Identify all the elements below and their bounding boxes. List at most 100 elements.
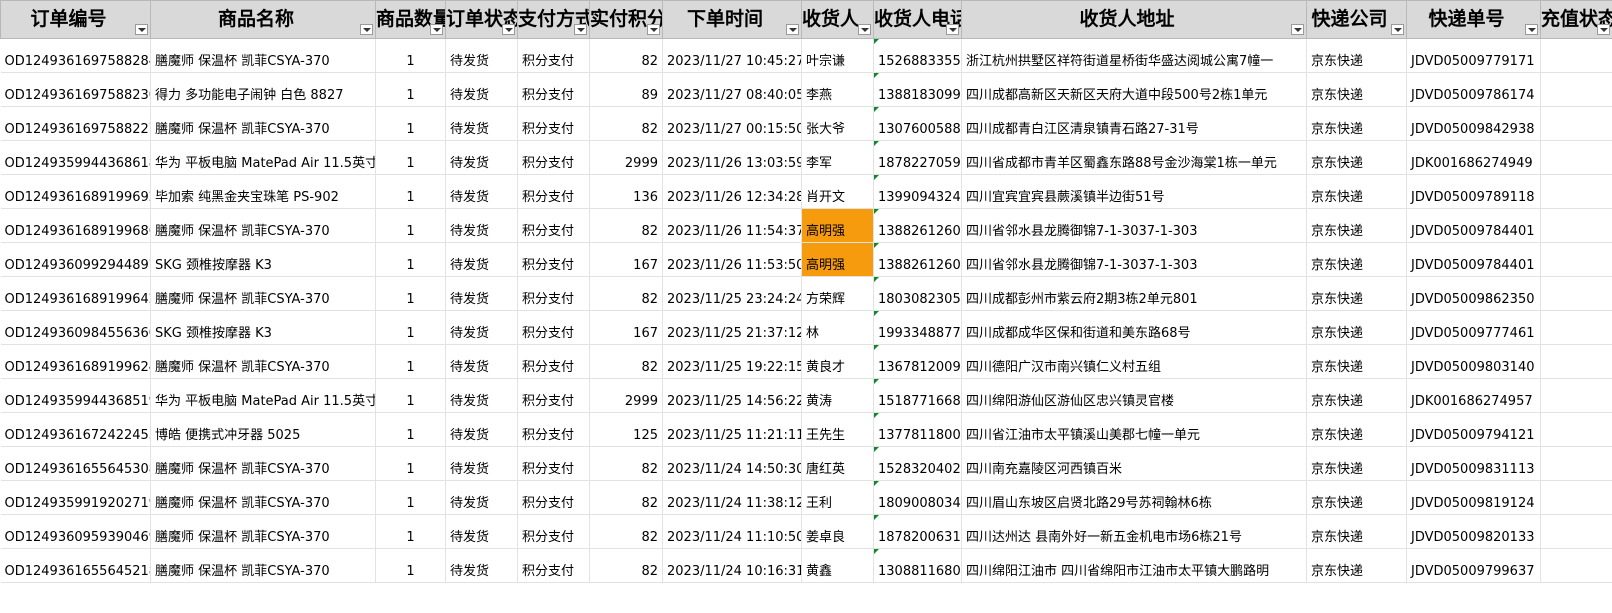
cell-receiver[interactable]: 唐红英 bbox=[801, 446, 874, 481]
cell-receiver[interactable]: 黄鑫 bbox=[801, 548, 874, 583]
cell-order-time[interactable]: 2023/11/25 19:22:15 bbox=[662, 344, 802, 379]
cell-payment-method[interactable]: 积分支付 bbox=[517, 140, 590, 175]
cell-product-name[interactable]: 膳魔师 保温杯 凯菲CSYA-370 bbox=[150, 208, 376, 243]
cell-order-time[interactable]: 2023/11/24 11:10:50 bbox=[662, 514, 802, 549]
cell-order-status[interactable]: 待发货 bbox=[445, 106, 518, 141]
cell-receiver-address[interactable]: 四川省成都市青羊区蜀鑫东路88号金沙海棠1栋一单元 bbox=[961, 140, 1307, 175]
cell-points-paid[interactable]: 82 bbox=[589, 344, 663, 379]
cell-receiver-address[interactable]: 四川成都成华区保和街道和美东路68号 bbox=[961, 310, 1307, 345]
cell-order-time[interactable]: 2023/11/26 13:03:59 bbox=[662, 140, 802, 175]
cell-courier[interactable]: 京东快递 bbox=[1306, 310, 1407, 345]
cell-tracking-number[interactable]: JDVD05009779171 bbox=[1406, 38, 1541, 73]
filter-dropdown-icon[interactable] bbox=[360, 24, 373, 35]
cell-receiver-phone[interactable]: 18782006318 bbox=[873, 514, 962, 549]
cell-receiver-phone[interactable]: 13882612600 bbox=[873, 208, 962, 243]
cell-courier[interactable]: 京东快递 bbox=[1306, 514, 1407, 549]
cell-receiver-phone[interactable]: 15283204025 bbox=[873, 446, 962, 481]
cell-courier[interactable]: 京东快递 bbox=[1306, 106, 1407, 141]
filter-dropdown-icon[interactable] bbox=[430, 24, 443, 35]
cell-quantity[interactable]: 1 bbox=[375, 174, 446, 209]
cell-order-id[interactable]: OD1249361697588230 bbox=[0, 72, 151, 107]
cell-payment-method[interactable]: 积分支付 bbox=[517, 276, 590, 311]
cell-receiver[interactable]: 高明强 bbox=[801, 242, 874, 277]
column-header-quantity[interactable]: 商品数量 bbox=[375, 0, 446, 39]
cell-receiver-address[interactable]: 四川省邻水县龙腾御锦7-1-3037-1-303 bbox=[961, 208, 1307, 243]
cell-recharge-status[interactable] bbox=[1540, 514, 1612, 549]
filter-dropdown-icon[interactable] bbox=[858, 24, 871, 35]
cell-receiver[interactable]: 姜卓良 bbox=[801, 514, 874, 549]
cell-receiver[interactable]: 高明强 bbox=[801, 208, 874, 243]
cell-courier[interactable]: 京东快递 bbox=[1306, 480, 1407, 515]
column-header-order-id[interactable]: 订单编号 bbox=[0, 0, 151, 39]
cell-order-id[interactable]: OD1249361689199624 bbox=[0, 344, 151, 379]
cell-courier[interactable]: 京东快递 bbox=[1306, 276, 1407, 311]
cell-product-name[interactable]: 膳魔师 保温杯 凯菲CSYA-370 bbox=[150, 548, 376, 583]
filter-dropdown-icon[interactable] bbox=[1391, 24, 1404, 35]
cell-recharge-status[interactable] bbox=[1540, 412, 1612, 447]
cell-receiver-address[interactable]: 四川眉山东坡区启贤北路29号苏祠翰林6栋 bbox=[961, 480, 1307, 515]
cell-quantity[interactable]: 1 bbox=[375, 480, 446, 515]
cell-payment-method[interactable]: 积分支付 bbox=[517, 310, 590, 345]
cell-quantity[interactable]: 1 bbox=[375, 140, 446, 175]
filter-dropdown-icon[interactable] bbox=[135, 24, 148, 35]
cell-order-id[interactable]: OD1249361655645308 bbox=[0, 446, 151, 481]
cell-points-paid[interactable]: 2999 bbox=[589, 140, 663, 175]
cell-order-status[interactable]: 待发货 bbox=[445, 480, 518, 515]
cell-points-paid[interactable]: 82 bbox=[589, 208, 663, 243]
column-header-receiver-address[interactable]: 收货人地址 bbox=[961, 0, 1307, 39]
cell-order-id[interactable]: OD1249360992944897 bbox=[0, 242, 151, 277]
filter-dropdown-icon[interactable] bbox=[574, 24, 587, 35]
cell-courier[interactable]: 京东快递 bbox=[1306, 344, 1407, 379]
cell-points-paid[interactable]: 82 bbox=[589, 548, 663, 583]
cell-receiver-address[interactable]: 浙江杭州拱墅区祥符街道星桥街华盛达阅城公寓7幢一 bbox=[961, 38, 1307, 73]
cell-order-time[interactable]: 2023/11/25 21:37:12 bbox=[662, 310, 802, 345]
cell-receiver[interactable]: 王先生 bbox=[801, 412, 874, 447]
cell-points-paid[interactable]: 167 bbox=[589, 310, 663, 345]
filter-dropdown-icon[interactable] bbox=[1525, 24, 1538, 35]
cell-order-id[interactable]: OD1249359944368519 bbox=[0, 378, 151, 413]
cell-order-time[interactable]: 2023/11/27 00:15:50 bbox=[662, 106, 802, 141]
cell-recharge-status[interactable] bbox=[1540, 174, 1612, 209]
cell-order-id[interactable]: OD1249361697588227 bbox=[0, 106, 151, 141]
cell-quantity[interactable]: 1 bbox=[375, 446, 446, 481]
cell-recharge-status[interactable] bbox=[1540, 344, 1612, 379]
cell-order-id[interactable]: OD1249361689199692 bbox=[0, 174, 151, 209]
cell-receiver-address[interactable]: 四川成都青白江区清泉镇青石路27-31号 bbox=[961, 106, 1307, 141]
cell-order-status[interactable]: 待发货 bbox=[445, 208, 518, 243]
cell-receiver-phone[interactable]: 15268833559 bbox=[873, 38, 962, 73]
cell-courier[interactable]: 京东快递 bbox=[1306, 174, 1407, 209]
cell-receiver-address[interactable]: 四川绵阳江油市 四川省绵阳市江油市太平镇大鹏路明 bbox=[961, 548, 1307, 583]
cell-receiver-phone[interactable]: 18782270592 bbox=[873, 140, 962, 175]
cell-recharge-status[interactable] bbox=[1540, 208, 1612, 243]
cell-payment-method[interactable]: 积分支付 bbox=[517, 174, 590, 209]
cell-order-id[interactable]: OD1249361689199686 bbox=[0, 208, 151, 243]
cell-quantity[interactable]: 1 bbox=[375, 276, 446, 311]
cell-recharge-status[interactable] bbox=[1540, 106, 1612, 141]
cell-points-paid[interactable]: 82 bbox=[589, 106, 663, 141]
cell-product-name[interactable]: 膳魔师 保温杯 凯菲CSYA-370 bbox=[150, 480, 376, 515]
cell-order-status[interactable]: 待发货 bbox=[445, 412, 518, 447]
cell-order-status[interactable]: 待发货 bbox=[445, 344, 518, 379]
cell-order-id[interactable]: OD1249361697588284 bbox=[0, 38, 151, 73]
cell-payment-method[interactable]: 积分支付 bbox=[517, 514, 590, 549]
cell-quantity[interactable]: 1 bbox=[375, 208, 446, 243]
cell-quantity[interactable]: 1 bbox=[375, 412, 446, 447]
cell-order-time[interactable]: 2023/11/27 08:40:05 bbox=[662, 72, 802, 107]
cell-quantity[interactable]: 1 bbox=[375, 242, 446, 277]
cell-payment-method[interactable]: 积分支付 bbox=[517, 344, 590, 379]
cell-courier[interactable]: 京东快递 bbox=[1306, 72, 1407, 107]
cell-product-name[interactable]: 膳魔师 保温杯 凯菲CSYA-370 bbox=[150, 514, 376, 549]
cell-receiver[interactable]: 叶宗谦 bbox=[801, 38, 874, 73]
cell-points-paid[interactable]: 2999 bbox=[589, 378, 663, 413]
cell-receiver-phone[interactable]: 18090080347 bbox=[873, 480, 962, 515]
cell-order-status[interactable]: 待发货 bbox=[445, 548, 518, 583]
filter-dropdown-icon[interactable] bbox=[1597, 24, 1610, 35]
cell-tracking-number[interactable]: JDVD05009789118 bbox=[1406, 174, 1541, 209]
cell-recharge-status[interactable] bbox=[1540, 378, 1612, 413]
cell-tracking-number[interactable]: JDVD05009831113 bbox=[1406, 446, 1541, 481]
cell-payment-method[interactable]: 积分支付 bbox=[517, 412, 590, 447]
cell-receiver-address[interactable]: 四川省江油市太平镇溪山美郡七幢一单元 bbox=[961, 412, 1307, 447]
cell-payment-method[interactable]: 积分支付 bbox=[517, 446, 590, 481]
cell-recharge-status[interactable] bbox=[1540, 276, 1612, 311]
cell-receiver-phone[interactable]: 13076005888 bbox=[873, 106, 962, 141]
